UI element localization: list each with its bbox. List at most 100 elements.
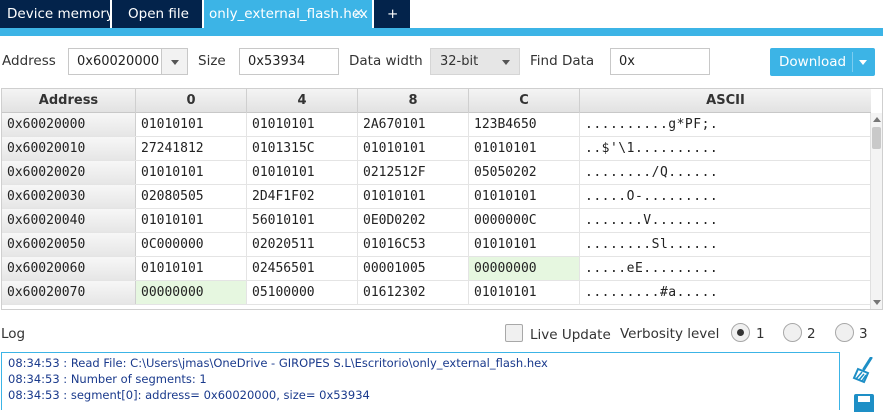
data-cell-c[interactable]: 01010101 xyxy=(469,137,580,160)
log-actions xyxy=(848,355,880,412)
data-cell-8[interactable]: 01010101 xyxy=(358,137,469,160)
vertical-scrollbar[interactable] xyxy=(870,113,882,309)
address-cell[interactable]: 0x60020030 xyxy=(2,185,136,208)
scroll-thumb[interactable] xyxy=(872,127,881,149)
add-tab-label: + xyxy=(387,6,399,22)
log-line: 08:34:53 : segment[0]: address= 0x600200… xyxy=(8,388,370,402)
data-cell-c[interactable]: 05050202 xyxy=(469,161,580,184)
table-row[interactable]: 0x60020020 01010101 01010101 0212512F 050502… xyxy=(2,161,871,185)
log-label: Log xyxy=(1,326,26,342)
data-cell-0[interactable]: 01010101 xyxy=(136,209,247,232)
data-cell-4[interactable]: 02020511 xyxy=(247,233,358,256)
table-header: Address 0 4 8 C ASCII xyxy=(2,89,871,113)
address-label: Address xyxy=(2,53,56,69)
table-row[interactable]: 0x60020030 02080505 2D4F1F02 01010101 010101… xyxy=(2,185,871,209)
ascii-cell[interactable]: .....O-......... xyxy=(580,185,871,208)
tab-label: Device memory xyxy=(7,6,114,22)
table-row[interactable]: 0x60020050 0C000000 02020511 01016C53 010101… xyxy=(2,233,871,257)
ascii-cell[interactable]: ..........g*PF;. xyxy=(580,113,871,136)
data-cell-c[interactable]: 01010101 xyxy=(469,281,580,304)
data-cell-0[interactable]: 00000000 xyxy=(136,281,247,304)
verbosity-radio-1[interactable] xyxy=(731,323,750,342)
data-cell-8[interactable]: 2A670101 xyxy=(358,113,469,136)
data-cell-0[interactable]: 27241812 xyxy=(136,137,247,160)
download-button[interactable]: Download xyxy=(770,48,875,76)
ascii-cell[interactable]: ......../Q...... xyxy=(580,161,871,184)
data-cell-c[interactable]: 123B4650 xyxy=(469,113,580,136)
data-width-select[interactable]: 32-bit xyxy=(430,48,520,75)
log-line: 08:34:53 : Read File: C:\Users\jmas\OneD… xyxy=(8,356,548,370)
data-cell-0[interactable]: 02080505 xyxy=(136,185,247,208)
tab-underline xyxy=(0,28,883,36)
tab-device-memory[interactable]: Device memory xyxy=(0,0,114,28)
table-row[interactable]: 0x60020070 00000000 05100000 01612302 010101… xyxy=(2,281,871,305)
ascii-cell[interactable]: .........#a..... xyxy=(580,281,871,304)
chevron-down-icon xyxy=(497,49,515,74)
chevron-down-icon[interactable] xyxy=(161,49,187,74)
column-header-ascii[interactable]: ASCII xyxy=(580,89,871,113)
table-row[interactable]: 0x60020060 01010101 02456501 00001005 000000… xyxy=(2,257,871,281)
data-cell-c[interactable]: 01010101 xyxy=(469,233,580,256)
table-row[interactable]: 0x60020040 01010101 56010101 0E0D0202 000000… xyxy=(2,209,871,233)
address-cell[interactable]: 0x60020000 xyxy=(2,113,136,136)
tab-only-external-flash[interactable]: only_external_flash.hex × xyxy=(204,0,372,28)
table-row[interactable]: 0x60020010 27241812 0101315C 01010101 010101… xyxy=(2,137,871,161)
verbosity-radio-2[interactable] xyxy=(783,323,802,342)
column-header-4[interactable]: 4 xyxy=(247,89,358,113)
ascii-cell[interactable]: ........Sl...... xyxy=(580,233,871,256)
address-cell[interactable]: 0x60020040 xyxy=(2,209,136,232)
address-cell[interactable]: 0x60020070 xyxy=(2,281,136,304)
tab-bar: Device memory Open file only_external_fl… xyxy=(0,0,883,30)
ascii-cell[interactable]: ..$'\1.......... xyxy=(580,137,871,160)
data-cell-0[interactable]: 01010101 xyxy=(136,161,247,184)
data-cell-0[interactable]: 01010101 xyxy=(136,257,247,280)
address-combo[interactable]: 0x60020000 xyxy=(68,48,188,75)
chevron-down-icon[interactable] xyxy=(855,48,871,76)
data-cell-c[interactable]: 00000000 xyxy=(469,257,580,280)
data-cell-8[interactable]: 0E0D0202 xyxy=(358,209,469,232)
close-icon[interactable]: × xyxy=(353,0,364,28)
add-tab-button[interactable]: + xyxy=(374,0,410,28)
scroll-down-icon[interactable] xyxy=(873,300,881,305)
verbosity-radio-3[interactable] xyxy=(835,323,854,342)
data-cell-8[interactable]: 01612302 xyxy=(358,281,469,304)
data-cell-4[interactable]: 01010101 xyxy=(247,113,358,136)
tab-open-file[interactable]: Open file xyxy=(112,0,202,28)
size-input[interactable]: 0x53934 xyxy=(239,48,339,75)
tab-label: Open file xyxy=(128,6,189,22)
broom-icon[interactable] xyxy=(852,357,876,385)
data-cell-4[interactable]: 2D4F1F02 xyxy=(247,185,358,208)
ascii-cell[interactable]: .......V........ xyxy=(580,209,871,232)
scroll-up-icon[interactable] xyxy=(873,117,881,122)
data-cell-c[interactable]: 0000000C xyxy=(469,209,580,232)
toolbar: Address 0x60020000 Size 0x53934 Data wid… xyxy=(0,36,883,86)
address-cell[interactable]: 0x60020060 xyxy=(2,257,136,280)
data-cell-4[interactable]: 0101315C xyxy=(247,137,358,160)
column-header-c[interactable]: C xyxy=(469,89,580,113)
data-width-label: Data width xyxy=(349,53,423,69)
data-cell-4[interactable]: 56010101 xyxy=(247,209,358,232)
size-label: Size xyxy=(198,53,226,69)
data-cell-8[interactable]: 01010101 xyxy=(358,185,469,208)
data-cell-4[interactable]: 05100000 xyxy=(247,281,358,304)
column-header-address[interactable]: Address xyxy=(2,89,136,113)
address-cell[interactable]: 0x60020020 xyxy=(2,161,136,184)
address-cell[interactable]: 0x60020050 xyxy=(2,233,136,256)
save-icon[interactable] xyxy=(852,392,876,412)
data-cell-4[interactable]: 01010101 xyxy=(247,161,358,184)
data-cell-c[interactable]: 01010101 xyxy=(469,185,580,208)
address-cell[interactable]: 0x60020010 xyxy=(2,137,136,160)
table-row[interactable]: 0x60020000 01010101 01010101 2A670101 123B46… xyxy=(2,113,871,137)
data-cell-8[interactable]: 0212512F xyxy=(358,161,469,184)
ascii-cell[interactable]: .....eE......... xyxy=(580,257,871,280)
data-cell-4[interactable]: 02456501 xyxy=(247,257,358,280)
find-data-input[interactable]: 0x xyxy=(610,48,710,75)
column-header-0[interactable]: 0 xyxy=(136,89,247,113)
column-header-8[interactable]: 8 xyxy=(358,89,469,113)
log-output[interactable]: 08:34:53 : Read File: C:\Users\jmas\OneD… xyxy=(1,352,840,410)
data-cell-0[interactable]: 0C000000 xyxy=(136,233,247,256)
data-cell-8[interactable]: 01016C53 xyxy=(358,233,469,256)
live-update-checkbox[interactable] xyxy=(505,324,523,342)
data-cell-8[interactable]: 00001005 xyxy=(358,257,469,280)
data-cell-0[interactable]: 01010101 xyxy=(136,113,247,136)
